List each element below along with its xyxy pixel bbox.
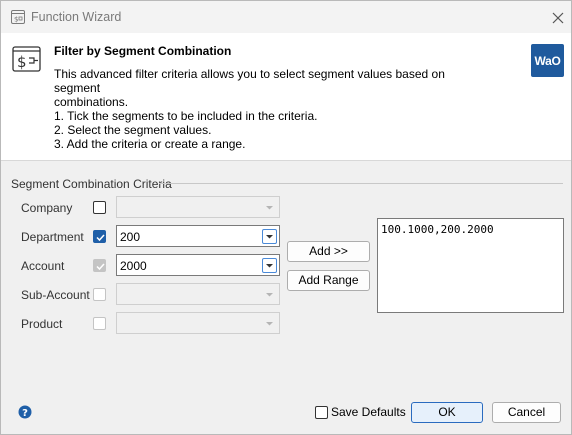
segment-label-product: Product	[21, 317, 63, 331]
segment-label-account: Account	[21, 259, 65, 273]
wizard-app-icon: $	[11, 10, 25, 24]
wao-logo: WaO	[531, 44, 564, 77]
combo-value: 2000	[120, 259, 147, 273]
chevron-down-icon	[263, 201, 276, 214]
description-line: 1. Tick the segments to be included in t…	[54, 109, 318, 123]
close-button[interactable]	[547, 7, 569, 29]
window-title: Function Wizard	[31, 10, 122, 24]
segment-label-company: Company	[21, 201, 73, 215]
department-combo[interactable]: 200	[116, 225, 280, 247]
product-checkbox[interactable]	[93, 317, 106, 330]
product-combo[interactable]	[116, 312, 280, 334]
chevron-down-icon	[263, 317, 276, 330]
save-defaults-label: Save Defaults	[331, 405, 406, 419]
description-line: This advanced filter criteria allows you…	[54, 67, 445, 95]
svg-text:?: ?	[22, 408, 28, 419]
save-defaults-box[interactable]	[315, 406, 328, 419]
chevron-down-icon	[262, 258, 277, 273]
chevron-down-icon	[262, 229, 277, 244]
wizard-title: Filter by Segment Combination	[54, 44, 232, 58]
group-label: Segment Combination Criteria	[11, 177, 172, 191]
account-combo[interactable]: 2000	[116, 254, 280, 276]
add-button[interactable]: Add >>	[287, 241, 370, 262]
svg-text:$: $	[14, 16, 18, 24]
ok-button[interactable]: OK	[411, 402, 483, 423]
function-wizard-window: $ Function Wizard $ Filter by Segment Co…	[0, 0, 572, 435]
description-line: combinations.	[54, 95, 129, 109]
cancel-button[interactable]: Cancel	[492, 402, 561, 423]
wizard-header: $ Filter by Segment Combination This adv…	[1, 33, 571, 161]
title-bar[interactable]: $ Function Wizard	[1, 1, 571, 33]
account-checkbox[interactable]	[93, 259, 106, 272]
company-checkbox[interactable]	[93, 201, 106, 214]
segment-label-sub-account: Sub-Account	[21, 288, 90, 302]
sub-account-checkbox[interactable]	[93, 288, 106, 301]
segment-label-department: Department	[21, 230, 84, 244]
company-combo[interactable]	[116, 196, 280, 218]
checkmark-icon	[96, 263, 105, 271]
sub-account-combo[interactable]	[116, 283, 280, 305]
close-icon	[552, 12, 564, 24]
help-icon[interactable]: ?	[18, 405, 32, 419]
criteria-result-value: 100.1000,200.2000	[381, 223, 494, 236]
description-line: 3. Add the criteria or create a range.	[54, 137, 246, 151]
add-range-button[interactable]: Add Range	[287, 270, 370, 291]
department-checkbox[interactable]	[93, 230, 106, 243]
function-dollar-icon: $	[12, 45, 44, 73]
wizard-description: This advanced filter criteria allows you…	[54, 67, 484, 151]
checkmark-icon	[96, 234, 105, 242]
description-line: 2. Select the segment values.	[54, 123, 212, 137]
group-divider	[159, 183, 563, 184]
svg-text:$: $	[17, 53, 27, 71]
criteria-result-box[interactable]: 100.1000,200.2000	[377, 218, 564, 313]
chevron-down-icon	[263, 288, 276, 301]
combo-value: 200	[120, 230, 141, 244]
